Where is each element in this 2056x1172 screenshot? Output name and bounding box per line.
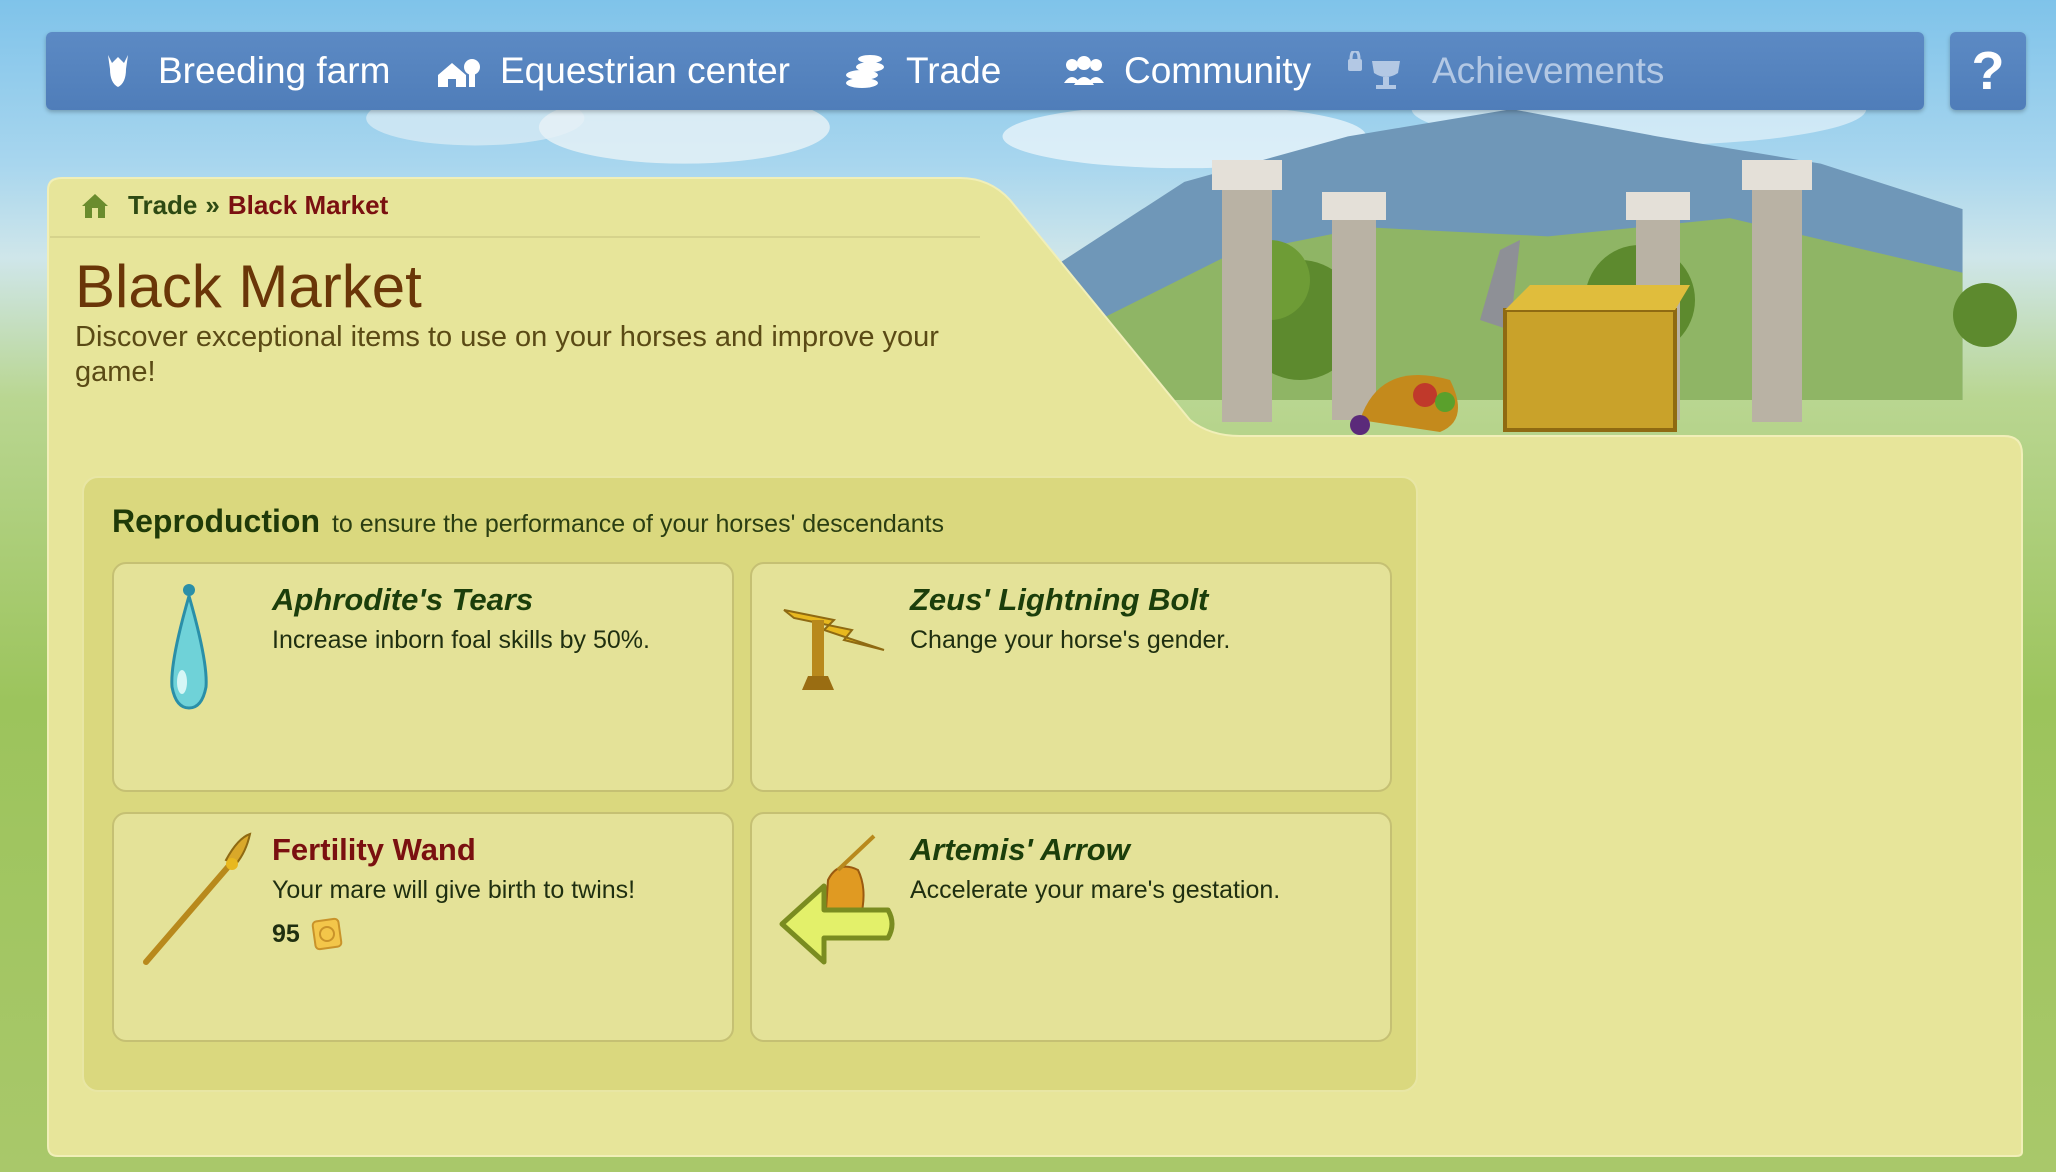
home-icon[interactable] bbox=[80, 192, 110, 220]
breadcrumb-separator: » bbox=[205, 190, 220, 220]
temple-illustration bbox=[1212, 160, 2017, 435]
wand-icon bbox=[143, 832, 252, 965]
item-title[interactable]: Fertility Wand bbox=[272, 832, 476, 868]
item-description: Increase inborn foal skills by 50%. bbox=[272, 626, 650, 654]
item-title[interactable]: Zeus' Lightning Bolt bbox=[910, 582, 1208, 618]
lightning-bolt-icon bbox=[783, 609, 885, 690]
page-title: Black Market bbox=[75, 253, 422, 320]
price-value: 95 bbox=[272, 919, 300, 948]
item-description: Change your horse's gender. bbox=[910, 626, 1231, 654]
divider bbox=[50, 236, 980, 238]
breadcrumb-link-trade[interactable]: Trade bbox=[128, 190, 197, 221]
item-card-aphrodites-tears[interactable]: Aphrodite's Tears Increase inborn foal s… bbox=[112, 562, 734, 792]
breadcrumb: Trade » Black Market bbox=[80, 190, 388, 221]
item-description: Accelerate your mare's gestation. bbox=[910, 876, 1281, 904]
page-subtitle: Discover exceptional items to use on you… bbox=[75, 321, 939, 388]
item-title[interactable]: Aphrodite's Tears bbox=[272, 582, 533, 618]
item-title[interactable]: Artemis' Arrow bbox=[910, 832, 1130, 868]
item-card-fertility-wand[interactable]: Fertility Wand Your mare will give birth… bbox=[112, 812, 734, 1042]
item-price: 95 bbox=[272, 916, 344, 952]
breadcrumb-current: Black Market bbox=[227, 190, 389, 220]
item-description: Your mare will give birth to twins! bbox=[272, 876, 636, 904]
item-card-zeus-lightning-bolt[interactable]: Zeus' Lightning Bolt Change your horse's… bbox=[750, 562, 1392, 792]
arrow-icon bbox=[779, 834, 895, 965]
pass-coin-icon bbox=[311, 917, 343, 951]
potion-drop-icon bbox=[170, 584, 208, 710]
section-title: Reproduction bbox=[112, 503, 320, 539]
section-subtitle: to ensure the performance of your horses… bbox=[331, 510, 945, 538]
item-card-artemis-arrow[interactable]: Artemis' Arrow Accelerate your mare's ge… bbox=[750, 812, 1392, 1042]
section-header: Reproduction to ensure the performance o… bbox=[112, 503, 944, 540]
